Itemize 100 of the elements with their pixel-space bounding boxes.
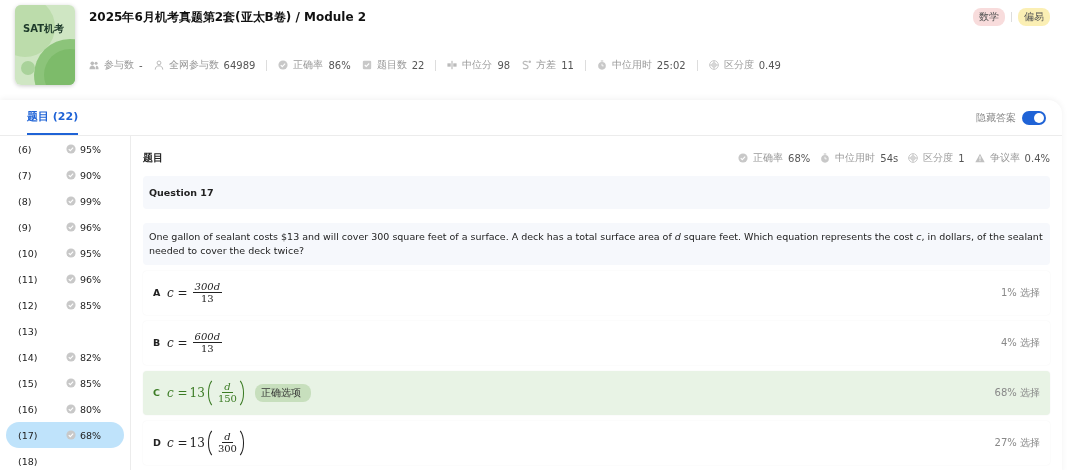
question-list-item[interactable]: (16) 80% — [6, 396, 124, 422]
timer-icon — [820, 153, 831, 163]
target-icon — [708, 60, 719, 70]
question-list-item[interactable]: (7) 90% — [6, 162, 124, 188]
stat-value: 11 — [561, 59, 574, 71]
correct-rate: 68% — [80, 429, 102, 441]
cover-title: SAT机考 — [23, 22, 64, 36]
correct-option-badge: 正确选项 — [254, 383, 311, 402]
stat-value: 1 — [958, 152, 965, 164]
median-icon — [447, 60, 458, 70]
list-icon — [361, 60, 372, 70]
stat-value: 25:02 — [656, 59, 686, 71]
person-icon — [153, 60, 164, 70]
question-list-item[interactable]: (11) 96% — [6, 266, 124, 292]
check-icon — [66, 404, 76, 414]
correct-rate: 85% — [80, 377, 102, 389]
option-letter: B — [153, 337, 162, 349]
selection-share: 1% 选择 — [1000, 285, 1040, 300]
correct-rate: 95% — [80, 143, 102, 155]
question-number: (6) — [18, 143, 32, 155]
stat-label: 正确率 — [293, 58, 324, 72]
stat-label: 参与数 — [104, 58, 134, 72]
warning-icon — [974, 153, 985, 163]
question-number: (12) — [18, 299, 38, 311]
question-list-item[interactable]: (15) 85% — [6, 370, 124, 396]
hide-answer-label: 隐藏答案 — [976, 110, 1016, 125]
correct-rate: 95% — [80, 247, 102, 259]
stat-label: 中位用时 — [835, 151, 876, 165]
equation-lhs: c = — [167, 285, 188, 300]
stat-value: 68% — [788, 152, 811, 164]
question-number: (15) — [18, 377, 38, 389]
stat-value: 54s — [880, 152, 899, 164]
people-icon — [89, 60, 99, 70]
tag: 数学 — [973, 8, 1005, 26]
question-number: (8) — [18, 195, 32, 207]
question-number: (14) — [18, 351, 38, 363]
stat-label: 中位用时 — [611, 58, 652, 72]
equation-lhs: c = — [167, 335, 188, 350]
question-list-item[interactable]: (18) — [6, 448, 124, 470]
question-list-item[interactable]: (12) 85% — [6, 292, 124, 318]
variance-icon — [521, 60, 532, 70]
coefficient: 13 — [189, 385, 205, 400]
question-number: (10) — [18, 247, 38, 259]
selection-share: 4% 选择 — [1000, 335, 1040, 350]
stat-label: 正确率 — [753, 151, 784, 165]
stat-value: 0.4% — [1024, 152, 1050, 164]
question-number: (7) — [18, 169, 32, 181]
coefficient: 13 — [189, 435, 205, 450]
questions-tab[interactable]: 题目 (22) — [27, 100, 79, 135]
question-number: (18) — [18, 455, 38, 467]
question-list-item[interactable]: (9) 96% — [6, 214, 124, 240]
correct-rate: 85% — [80, 299, 102, 311]
answer-option[interactable]: C c = 13 d 150 正确选项 68% 选择 — [143, 370, 1050, 415]
page-title: 2025年6月机考真题第2套(亚太B卷) / Module 2 — [89, 8, 367, 26]
check-icon — [66, 170, 76, 180]
correct-rate: 80% — [80, 403, 102, 415]
question-number: (16) — [18, 403, 38, 415]
stat-value: - — [139, 59, 143, 71]
fraction: 600d 13 — [192, 331, 223, 355]
stat-value: 86% — [328, 59, 351, 71]
correct-rate: 82% — [80, 351, 102, 363]
equation-lhs: c = — [167, 435, 188, 450]
correct-rate: 99% — [80, 195, 102, 207]
stat-value: 0.49 — [758, 59, 781, 71]
check-icon — [66, 378, 76, 388]
selection-share: 68% 选择 — [994, 385, 1040, 400]
fraction: 300d 13 — [192, 281, 223, 305]
timer-icon — [596, 60, 607, 70]
check-icon — [66, 144, 76, 154]
check-icon — [66, 274, 76, 284]
stat-value: 98 — [497, 59, 511, 71]
target-icon — [908, 153, 919, 163]
question-number: (17) — [18, 429, 38, 441]
correct-rate: 90% — [80, 169, 102, 181]
equation-lhs: c = — [167, 385, 188, 400]
option-letter: A — [153, 287, 162, 299]
hide-answer-toggle[interactable] — [1022, 110, 1046, 125]
stat-value: 22 — [411, 59, 425, 71]
question-list-item[interactable]: (8) 99% — [6, 188, 124, 214]
stat-label: 争议率 — [989, 151, 1020, 165]
question-list-item[interactable]: (10) 95% — [6, 240, 124, 266]
stat-value: 64989 — [223, 59, 256, 71]
question-list-item[interactable]: (17) 68% — [6, 422, 124, 448]
question-number: (13) — [18, 325, 38, 337]
check-icon — [66, 300, 76, 310]
question-list-item[interactable]: (13) — [6, 318, 124, 344]
question-text: One gallon of sealant costs $13 and will cover 300 square feet of a surface. A deck has a total surface area of d square feet. Which equation represents the cost c, in dollars, of the sealant needed to cover the deck twice? — [149, 231, 1043, 256]
answer-option[interactable]: D c = 13 d 300 27% 选择 — [143, 420, 1050, 465]
check-icon — [66, 430, 76, 440]
fraction: d 300 — [217, 431, 237, 455]
correct-rate: 96% — [80, 221, 102, 233]
option-letter: C — [153, 387, 161, 399]
check-icon — [66, 248, 76, 258]
question-list-item[interactable]: (14) 82% — [6, 344, 124, 370]
section-label: 题目 — [143, 151, 163, 165]
stat-label: 区分度 — [723, 58, 754, 72]
question-number: (9) — [18, 221, 32, 233]
question-list-item[interactable]: (6) 95% — [6, 136, 124, 162]
check-icon — [278, 60, 289, 70]
check-icon — [66, 196, 76, 206]
